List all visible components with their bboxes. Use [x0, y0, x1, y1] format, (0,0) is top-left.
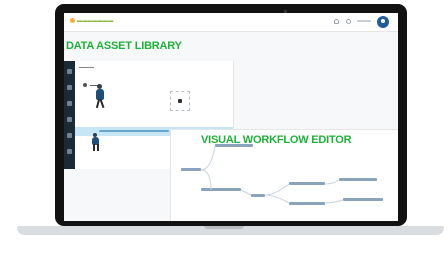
bell-icon[interactable] [334, 19, 339, 24]
logo-mark-icon [70, 18, 75, 24]
callout-visual-workflow-editor: VISUAL WORKFLOW EDITOR [201, 134, 352, 146]
left-navigation-rail [64, 61, 75, 169]
laptop-notch [204, 226, 244, 229]
library-panel-title: ▬▬▬▬▬ [79, 65, 94, 69]
user-menu[interactable] [357, 20, 371, 22]
person-illustration [90, 133, 102, 151]
nav-models-icon[interactable] [67, 117, 72, 122]
selected-asset-label [99, 130, 169, 132]
nav-home-icon[interactable] [67, 69, 72, 74]
person-illustration [94, 84, 106, 110]
nav-workflow-icon[interactable] [67, 101, 72, 106]
app-logo[interactable]: ▬▬▬▬▬▬▬ [70, 18, 113, 24]
nav-data-icon[interactable] [67, 85, 72, 90]
help-icon[interactable] [346, 19, 351, 24]
folder-icon [83, 83, 87, 88]
upload-icon[interactable] [170, 91, 190, 111]
nav-deploy-icon[interactable] [67, 133, 72, 138]
user-avatar-icon[interactable] [377, 16, 389, 28]
app-header: ▬▬▬▬▬▬▬ [64, 13, 398, 32]
nav-settings-icon[interactable] [67, 149, 72, 154]
callout-data-asset-library: DATA ASSET LIBRARY [66, 40, 182, 52]
